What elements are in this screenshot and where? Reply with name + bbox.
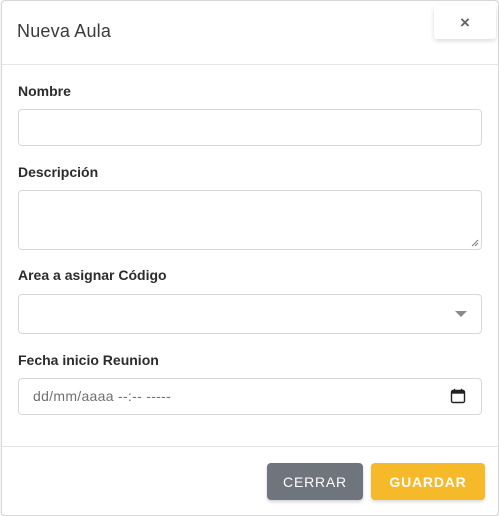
area-select[interactable] xyxy=(18,294,482,334)
fecha-label: Fecha inicio Reunion xyxy=(18,352,159,368)
descripcion-textarea[interactable] xyxy=(18,190,482,250)
fecha-datetime-input[interactable]: dd/mm/aaaa --:-- ----- xyxy=(18,378,482,415)
modal-header: Nueva Aula × xyxy=(2,1,498,65)
guardar-button[interactable]: GUARDAR xyxy=(371,463,485,500)
close-icon: × xyxy=(460,12,470,32)
close-button[interactable]: × xyxy=(434,5,496,39)
descripcion-label: Descripción xyxy=(18,164,99,180)
calendar-icon[interactable] xyxy=(450,388,466,404)
area-label: Area a asignar Código xyxy=(18,267,167,283)
nueva-aula-modal: Nueva Aula × Nombre Descripción Area a a… xyxy=(1,0,499,516)
cerrar-button[interactable]: CERRAR xyxy=(267,463,363,500)
resize-handle-icon[interactable] xyxy=(470,238,479,247)
chevron-down-icon xyxy=(455,311,467,317)
nombre-input[interactable] xyxy=(18,109,482,146)
modal-title: Nueva Aula xyxy=(17,21,112,41)
fecha-placeholder: dd/mm/aaaa --:-- ----- xyxy=(33,388,172,404)
nombre-label: Nombre xyxy=(18,83,71,99)
footer-divider xyxy=(2,446,498,447)
